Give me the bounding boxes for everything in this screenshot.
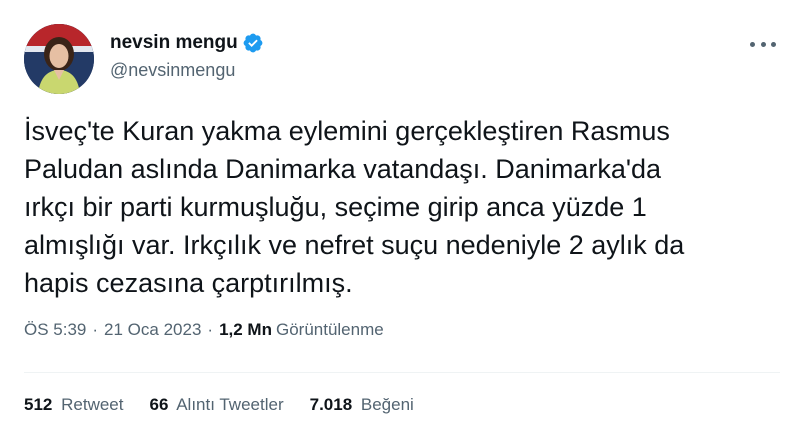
quotes-label: Alıntı Tweetler [176, 395, 284, 414]
display-name[interactable]: nevsin mengu [110, 32, 238, 54]
likes-label: Beğeni [360, 395, 414, 414]
separator-dot: · [207, 320, 214, 339]
tweet-date[interactable]: 21 Oca 2023 [104, 320, 201, 340]
separator-dot: · [92, 320, 99, 339]
tweet-card: nevsin mengu @nevsinmengu İsveç'te Kuran… [0, 0, 804, 438]
retweets-label: Retweet [61, 395, 124, 414]
handle[interactable]: @nevsinmengu [110, 60, 264, 81]
retweets-stat[interactable]: 512 Retweet [24, 395, 123, 415]
tweet-header: nevsin mengu @nevsinmengu [24, 24, 780, 96]
likes-stat[interactable]: 7.018 Beğeni [310, 395, 414, 415]
views-label: Görüntülenme [275, 320, 384, 339]
quotes-stat[interactable]: 66 Alıntı Tweetler [149, 395, 283, 415]
verified-badge-icon [242, 32, 264, 54]
tweet-text: İsveç'te Kuran yakma eylemini gerçekleşt… [24, 116, 685, 298]
retweets-count: 512 [24, 395, 53, 414]
avatar[interactable] [24, 24, 94, 94]
more-options-icon[interactable] [750, 34, 776, 54]
views-count: 1,2 Mn [219, 320, 272, 339]
tweet-meta: ÖS 5:39 · 21 Oca 2023 · 1,2 Mn Görüntüle… [24, 320, 384, 340]
tweet-stats: 512 Retweet 66 Alıntı Tweetler 7.018 Beğ… [24, 395, 440, 415]
quotes-count: 66 [149, 395, 169, 414]
likes-count: 7.018 [309, 395, 353, 414]
divider [24, 372, 780, 373]
author-names: nevsin mengu @nevsinmengu [110, 30, 264, 81]
tweet-time[interactable]: ÖS 5:39 [24, 320, 86, 340]
